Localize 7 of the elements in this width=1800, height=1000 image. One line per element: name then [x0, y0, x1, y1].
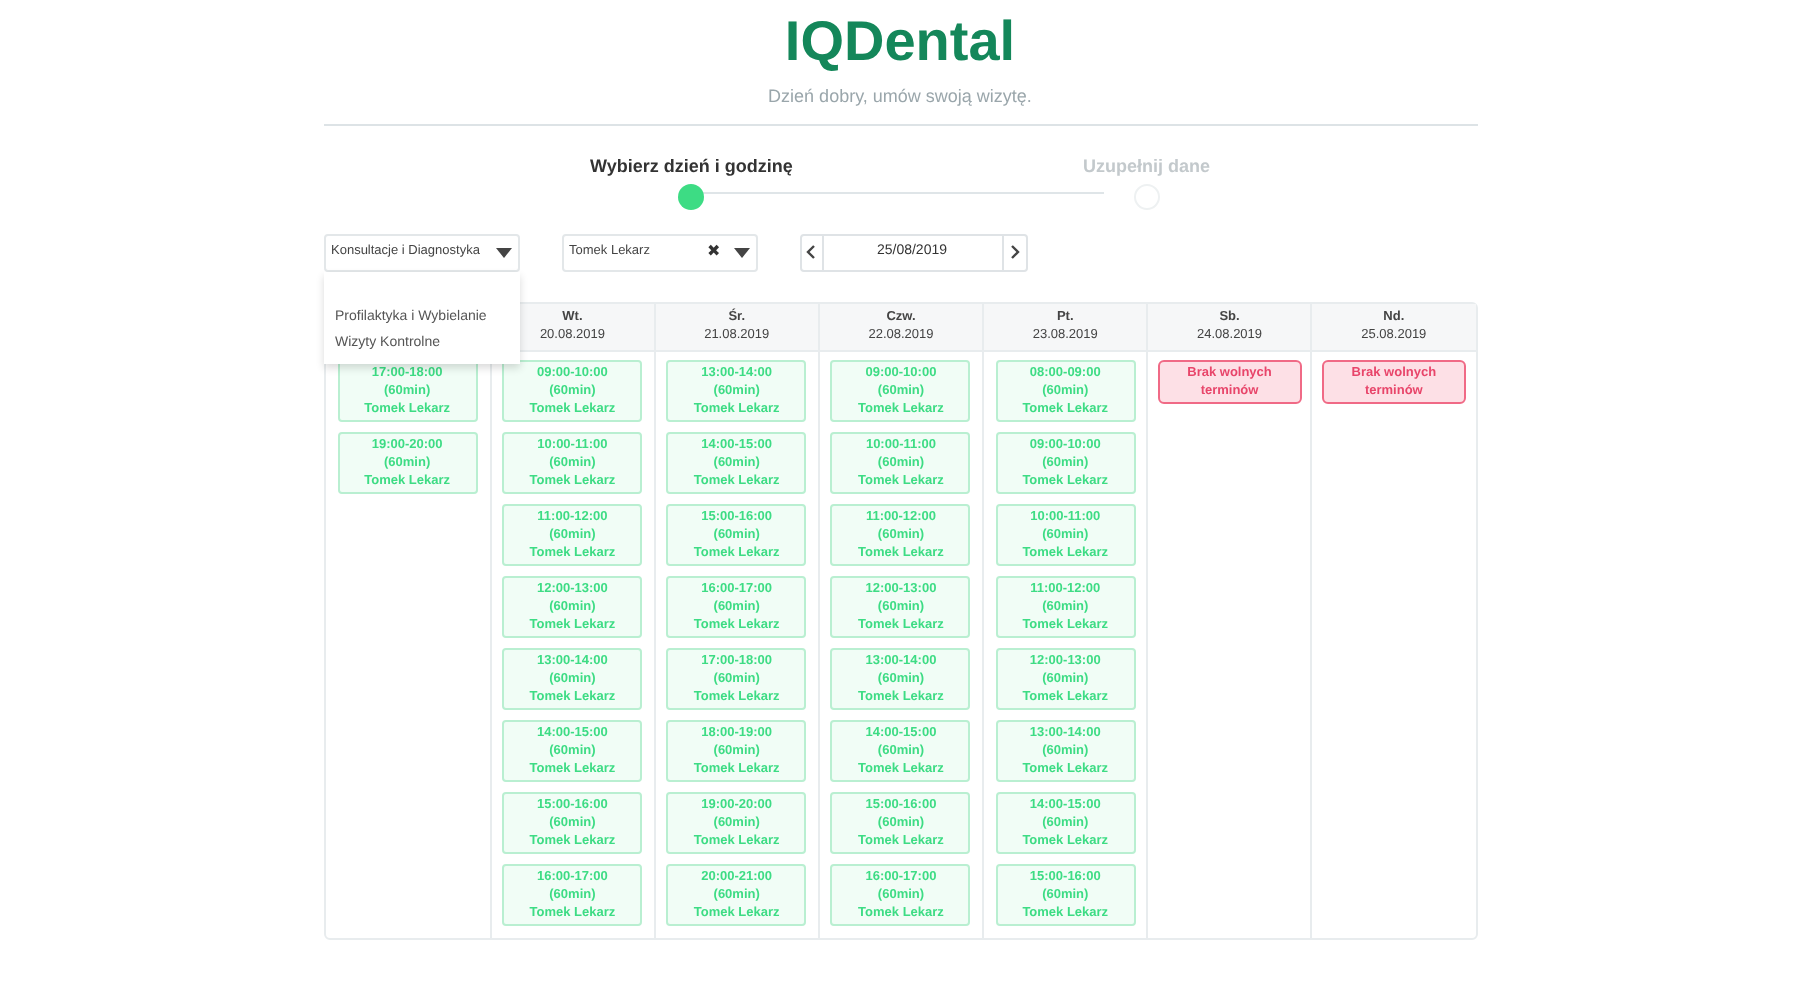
step-label: Wybierz dzień i godzinę	[590, 153, 793, 180]
subtitle: Dzień dobry, umów swoją wizytę.	[768, 84, 1032, 110]
caret-icon	[495, 247, 511, 257]
step-label: Uzupełnij dane	[1082, 153, 1210, 180]
clear-button[interactable]: ✖	[707, 240, 721, 264]
caret-icon	[733, 247, 749, 257]
logo: IQDental	[784, 8, 1016, 76]
